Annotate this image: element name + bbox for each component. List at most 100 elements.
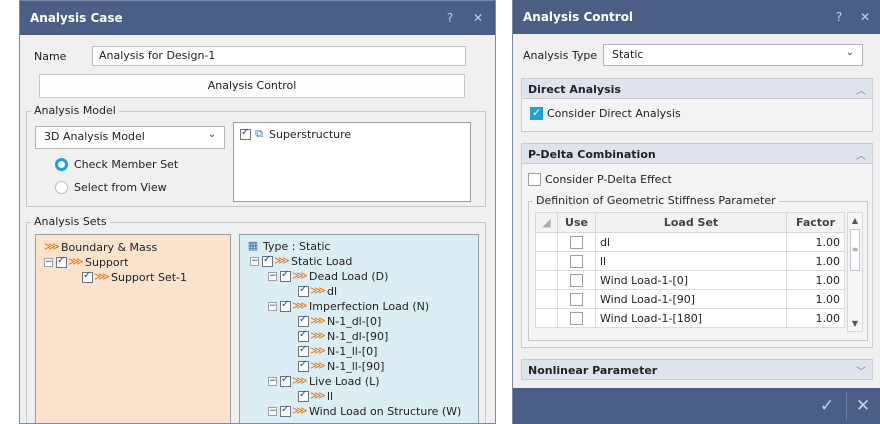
- checkbox-icon[interactable]: [298, 389, 309, 402]
- factor-cell[interactable]: 1.00: [786, 232, 845, 252]
- collapse-icon[interactable]: −: [44, 257, 53, 267]
- structure-item[interactable]: ⧉ Superstructure: [240, 127, 351, 141]
- table-row[interactable]: Wind Load-1-[90] 1.00: [535, 289, 845, 309]
- scroll-thumb[interactable]: ≡: [850, 229, 860, 271]
- checkbox-icon[interactable]: [298, 284, 309, 297]
- tree-dl[interactable]: ⋙ dl: [298, 284, 337, 298]
- tree-support-set-1[interactable]: ⋙ Support Set-1: [82, 270, 187, 284]
- checkbox-unchecked-icon[interactable]: [570, 273, 583, 287]
- tree-support[interactable]: − ⋙ Support: [44, 255, 128, 269]
- checkbox-icon[interactable]: [280, 269, 291, 282]
- analysis-sets-group-title: Analysis Sets: [31, 215, 110, 228]
- factor-cell[interactable]: 1.00: [786, 251, 845, 271]
- use-cell[interactable]: [557, 270, 596, 290]
- checkbox-icon[interactable]: [298, 359, 309, 372]
- table-row[interactable]: ll 1.00: [535, 251, 845, 271]
- radio-select-from-view[interactable]: Select from View: [55, 181, 167, 194]
- checkbox-icon[interactable]: [82, 270, 93, 283]
- pdelta-header[interactable]: P-Delta Combination ︿: [521, 143, 873, 164]
- table-scrollbar[interactable]: ▲ ≡ ▼: [847, 212, 863, 332]
- checkbox-icon[interactable]: [298, 329, 309, 342]
- use-cell[interactable]: [557, 251, 596, 271]
- collapse-icon[interactable]: −: [268, 376, 277, 386]
- type-icon: ▦: [247, 239, 259, 252]
- table-row[interactable]: Wind Load-1-[0] 1.00: [535, 270, 845, 290]
- close-icon[interactable]: ✕: [854, 0, 876, 34]
- structure-item-label: Superstructure: [269, 127, 352, 141]
- checkbox-unchecked-icon[interactable]: [570, 292, 583, 306]
- factor-cell[interactable]: 1.00: [786, 308, 845, 328]
- tree-label: Wind Load on Structure (W): [309, 404, 462, 418]
- checkbox-unchecked-icon[interactable]: [570, 254, 583, 268]
- checkbox-icon[interactable]: [298, 344, 309, 357]
- scroll-down-icon[interactable]: ▼: [848, 319, 862, 328]
- collapse-icon[interactable]: −: [268, 301, 277, 311]
- tree-label: Support: [85, 255, 129, 269]
- factor-cell[interactable]: 1.00: [786, 270, 845, 290]
- radio-off-icon: [55, 181, 68, 194]
- checkbox-unchecked-icon[interactable]: [570, 235, 583, 249]
- column-use[interactable]: Use: [557, 212, 596, 233]
- analysis-model-select-value: 3D Analysis Model: [44, 130, 145, 143]
- tree-boundary-mass[interactable]: ⋙ Boundary & Mass: [44, 240, 157, 254]
- tree-type-static[interactable]: ▦ Type : Static: [246, 239, 331, 253]
- chevron-up-icon[interactable]: ︿: [856, 147, 866, 162]
- tree-wind-load-structure[interactable]: − ⋙ Wind Load on Structure (W): [268, 404, 461, 418]
- column-factor[interactable]: Factor: [786, 212, 845, 233]
- tree-dead-load[interactable]: − ⋙ Dead Load (D): [268, 269, 388, 283]
- tree-live-load[interactable]: − ⋙ Live Load (L): [268, 374, 380, 388]
- row-indicator: [535, 308, 558, 328]
- ok-icon[interactable]: ✓: [811, 388, 843, 424]
- consider-pdelta-checkbox[interactable]: Consider P-Delta Effect: [528, 173, 672, 186]
- factor-cell[interactable]: 1.00: [786, 289, 845, 309]
- tree-label: Type : Static: [263, 239, 331, 253]
- radio-check-member-set[interactable]: Check Member Set: [55, 158, 178, 171]
- help-icon[interactable]: ?: [828, 0, 850, 34]
- tree-n1-ll-0[interactable]: ⋙ N-1_ll-[0]: [298, 344, 377, 358]
- analysis-control-button[interactable]: Analysis Control: [39, 74, 465, 98]
- collapse-icon[interactable]: −: [268, 271, 277, 281]
- checkbox-icon[interactable]: [280, 299, 291, 312]
- tree-ll[interactable]: ⋙ ll: [298, 389, 333, 403]
- chevron-down-icon[interactable]: ﹀: [856, 363, 866, 378]
- checkbox-icon[interactable]: [280, 374, 291, 387]
- consider-direct-analysis-checkbox[interactable]: Consider Direct Analysis: [530, 106, 681, 120]
- tree-n1-dl-90[interactable]: ⋙ N-1_dl-[90]: [298, 329, 388, 343]
- checkbox-icon[interactable]: [240, 127, 251, 140]
- tree-n1-dl-0[interactable]: ⋙ N-1_dl-[0]: [298, 314, 381, 328]
- analysis-type-select[interactable]: Static ⌄: [603, 44, 863, 66]
- tree-static-load[interactable]: − ⋙ Static Load: [250, 254, 352, 268]
- help-icon[interactable]: ?: [439, 1, 461, 35]
- checkbox-icon[interactable]: [262, 254, 273, 267]
- use-cell[interactable]: [557, 289, 596, 309]
- use-cell[interactable]: [557, 308, 596, 328]
- collapse-icon[interactable]: −: [268, 406, 277, 416]
- tree-n1-ll-90[interactable]: ⋙ N-1_ll-[90]: [298, 359, 384, 373]
- section-title: P-Delta Combination: [528, 148, 656, 161]
- collapse-icon[interactable]: −: [250, 256, 259, 266]
- scroll-up-icon[interactable]: ▲: [848, 216, 862, 225]
- direct-analysis-header[interactable]: Direct Analysis ︿: [521, 78, 873, 99]
- name-input[interactable]: Analysis for Design-1: [92, 46, 466, 66]
- cancel-icon[interactable]: ✕: [847, 388, 879, 424]
- analysis-case-titlebar: Analysis Case ? ✕: [20, 1, 495, 35]
- table-row[interactable]: dl 1.00: [535, 232, 845, 252]
- checkbox-icon[interactable]: [280, 404, 291, 417]
- tree-imperfection-load[interactable]: − ⋙ Imperfection Load (N): [268, 299, 429, 313]
- analysis-model-select[interactable]: 3D Analysis Model ⌄: [35, 126, 225, 149]
- load-set-cell: Wind Load-1-[90]: [595, 289, 787, 309]
- close-icon[interactable]: ✕: [467, 1, 489, 35]
- tree-label: N-1_ll-[90]: [327, 359, 385, 373]
- analysis-model-group-title: Analysis Model: [31, 104, 119, 117]
- column-load-set[interactable]: Load Set: [595, 212, 787, 233]
- analysis-control-title: Analysis Control: [523, 10, 634, 24]
- radio-select-view-label: Select from View: [74, 181, 167, 194]
- chevron-up-icon[interactable]: ︿: [856, 82, 866, 97]
- use-cell[interactable]: [557, 232, 596, 252]
- nonlinear-header[interactable]: Nonlinear Parameter ﹀: [521, 359, 873, 380]
- checkbox-icon[interactable]: [56, 255, 67, 268]
- checkbox-unchecked-icon[interactable]: [570, 311, 583, 325]
- tree-label: dl: [327, 284, 338, 298]
- table-row[interactable]: Wind Load-1-[180] 1.00: [535, 308, 845, 328]
- checkbox-icon[interactable]: [298, 314, 309, 327]
